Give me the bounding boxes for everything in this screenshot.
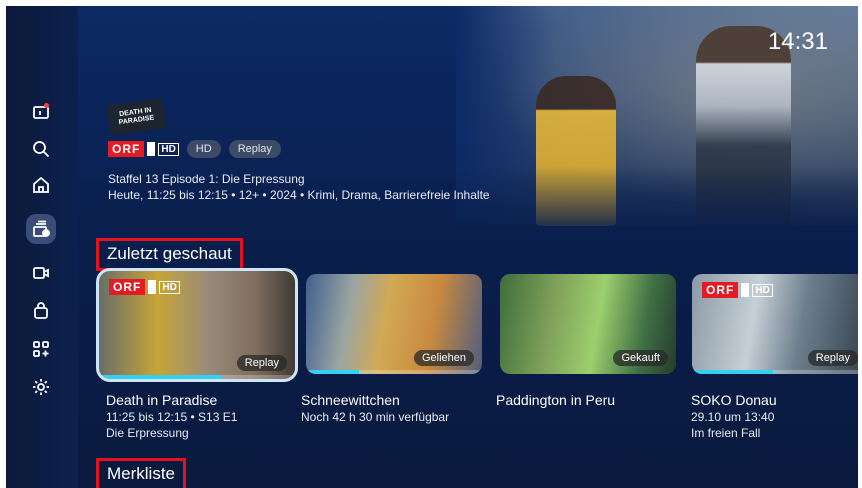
tv-icon[interactable]: [26, 98, 56, 128]
replay-badge: Replay: [228, 140, 281, 158]
card-caption: Paddington in Peru: [496, 392, 616, 408]
clock: 14:31: [767, 28, 828, 55]
sidebar: [6, 6, 78, 488]
search-icon[interactable]: [26, 134, 56, 164]
orf1-hd-logo: ORF HD: [702, 282, 773, 298]
replay-badge: Replay: [236, 355, 287, 371]
rented-badge: Geliehen: [413, 350, 474, 366]
replay-badge: Replay: [807, 350, 858, 366]
orf1-hd-logo: ORF HD: [108, 141, 179, 157]
library-icon[interactable]: [26, 214, 56, 244]
card-caption: SOKO Donau 29.10 um 13:40 Im freien Fall: [691, 392, 777, 440]
apps-icon[interactable]: [26, 334, 56, 364]
watch-progress: [99, 375, 221, 379]
orf1-hd-logo: ORF HD: [109, 279, 180, 295]
tv-app-screen: 14:31 DEATH IN PARADISE ORF HD HD Replay…: [6, 6, 858, 488]
watch-progress: [692, 370, 773, 374]
purchased-badge: Gekauft: [613, 350, 668, 366]
content-card[interactable]: ORF HD Replay: [96, 268, 298, 382]
content-card[interactable]: Geliehen: [306, 274, 482, 374]
settings-gear-icon[interactable]: [26, 372, 56, 402]
hd-badge: HD: [186, 140, 221, 158]
home-icon[interactable]: [26, 170, 56, 200]
show-logo: DEATH IN PARADISE: [106, 98, 166, 136]
content-card[interactable]: Gekauft: [500, 274, 676, 374]
section-title-recent: Zuletzt geschaut: [96, 238, 243, 271]
card-caption: Schneewittchen Noch 42 h 30 min verfügba…: [301, 392, 450, 424]
hero-channel-row: ORF HD HD Replay: [108, 140, 281, 158]
episode-meta: Heute, 11:25 bis 12:15 • 12+ • 2024 • Kr…: [108, 188, 490, 202]
episode-title: Staffel 13 Episode 1: Die Erpressung: [108, 172, 305, 186]
watch-progress: [306, 370, 359, 374]
card-caption: Death in Paradise 11:25 bis 12:15 • S13 …: [106, 392, 238, 440]
video-camera-icon[interactable]: [26, 258, 56, 288]
section-title-watchlist: Merkliste: [96, 458, 187, 488]
content-card[interactable]: ORF HD Replay: [692, 274, 858, 374]
shop-bag-icon[interactable]: [26, 296, 56, 326]
